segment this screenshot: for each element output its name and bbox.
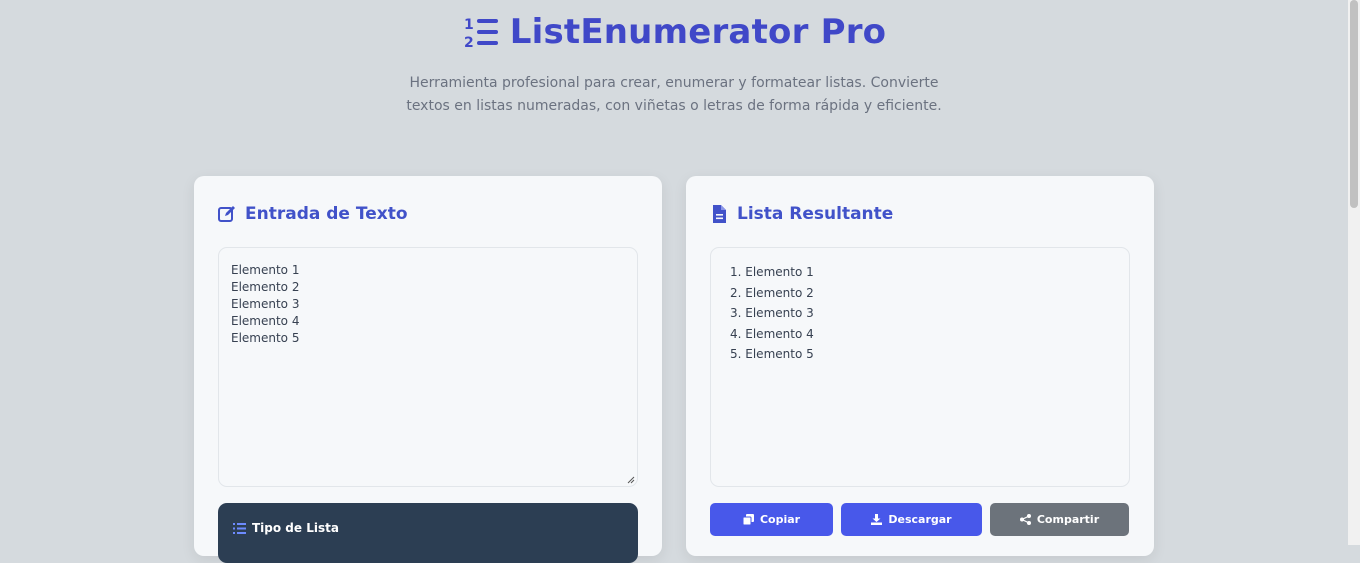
list-item: 1. Elemento 1 (730, 265, 814, 279)
resize-handle-icon[interactable] (627, 476, 635, 484)
list-item: 2. Elemento 2 (730, 285, 814, 300)
file-icon (713, 205, 726, 223)
list-ol-icon: 1 2 (464, 17, 498, 50)
title-row: 1 2 ListEnumerator Pro (0, 12, 1348, 52)
input-card-title-label: Entrada de Texto (245, 204, 408, 224)
download-button[interactable]: Descargar (841, 503, 982, 536)
page-header: 1 2 ListEnumerator Pro Herramienta profe… (0, 0, 1348, 118)
result-list-box: 1. Elemento 1 2. Elemento 2 3. Elemento … (710, 247, 1130, 487)
text-input-value[interactable]: Elemento 1 Elemento 2 Elemento 3 Element… (231, 262, 299, 347)
list-type-title: Tipo de Lista (233, 521, 339, 535)
output-card: Lista Resultante 1. Elemento 1 2. Elemen… (686, 176, 1154, 556)
share-icon (1019, 514, 1031, 525)
input-card-title: Entrada de Texto (217, 204, 408, 224)
input-card: Entrada de Texto Elemento 1 Elemento 2 E… (194, 176, 662, 563)
app-subtitle: Herramienta profesional para crear, enum… (406, 75, 942, 114)
share-button[interactable]: Compartir (990, 503, 1129, 536)
output-card-title: Lista Resultante (709, 204, 893, 224)
list-type-panel: Tipo de Lista (218, 503, 638, 563)
list-item: 4. Elemento 4 (730, 326, 814, 341)
share-button-label: Compartir (1036, 513, 1100, 526)
app-title: ListEnumerator Pro (509, 12, 887, 52)
result-list: 1. Elemento 1 2. Elemento 2 3. Elemento … (730, 262, 814, 365)
list-item: 5. Elemento 5 (730, 347, 814, 361)
copy-icon (742, 514, 754, 525)
svg-text:1: 1 (464, 17, 474, 33)
page-scrollbar[interactable] (1348, 0, 1360, 545)
edit-icon (218, 206, 235, 222)
svg-text:2: 2 (464, 35, 474, 50)
download-icon (871, 514, 883, 525)
list-icon (233, 522, 246, 534)
download-button-label: Descargar (888, 513, 952, 526)
copy-button[interactable]: Copiar (710, 503, 833, 536)
copy-button-label: Copiar (759, 513, 801, 526)
output-card-title-label: Lista Resultante (737, 204, 894, 224)
list-type-label: Tipo de Lista (252, 521, 339, 535)
scrollbar-thumb[interactable] (1350, 0, 1358, 208)
list-item: 3. Elemento 3 (730, 306, 814, 320)
text-input-area[interactable]: Elemento 1 Elemento 2 Elemento 3 Element… (218, 247, 638, 487)
